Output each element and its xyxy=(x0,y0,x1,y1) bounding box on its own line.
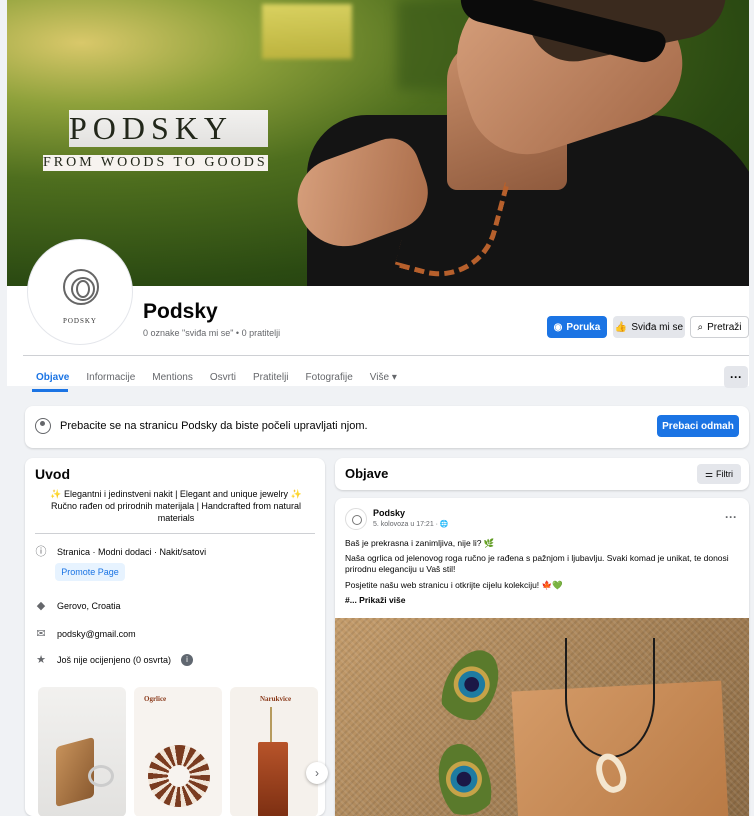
tab-objave[interactable]: Objave xyxy=(36,372,69,383)
post-avatar[interactable] xyxy=(345,508,367,530)
star-icon: ★ xyxy=(36,654,46,666)
page-tabs: Objave Informacije Mentions Osvrti Prati… xyxy=(36,372,414,383)
featured-photo-3[interactable]: Narukvice xyxy=(230,687,318,816)
see-more-link[interactable]: #... Prikaži više xyxy=(345,595,740,606)
post-text-line-1: Baš je prekrasna i zanimljiva, nije li? … xyxy=(345,538,495,548)
chevron-right-icon[interactable]: › xyxy=(306,762,328,784)
more-options-button[interactable]: ··· xyxy=(724,366,748,388)
bio-line-2: Ručno rađen od prirodnih materijala | Ha… xyxy=(51,501,301,511)
info-icon: ⓘ xyxy=(35,546,47,558)
tab-more[interactable]: Više ▾ xyxy=(370,372,397,383)
mail-icon: ✉ xyxy=(36,628,46,640)
intro-title: Uvod xyxy=(35,466,70,482)
category-row: ⓘ Stranica · Modni dodaci · Nakit/satovi xyxy=(35,546,207,558)
cover-brand-title: PODSKY xyxy=(69,110,268,147)
tab-mentions[interactable]: Mentions xyxy=(152,372,193,383)
logo-icon xyxy=(63,269,99,305)
category-text: Stranica · Modni dodaci · Nakit/satovi xyxy=(57,547,207,557)
post-options-icon[interactable]: ··· xyxy=(725,510,737,524)
search-button-label: Pretraži xyxy=(707,321,742,333)
search-button[interactable]: ⌕ Pretraži xyxy=(690,316,749,338)
tab-pratitelji[interactable]: Pratitelji xyxy=(253,372,289,383)
featured-photo-label: Narukvice xyxy=(260,695,292,703)
message-button-label: Poruka xyxy=(566,321,601,333)
rating-text: Još nije ocijenjeno (0 osvrta) xyxy=(57,655,172,665)
bio-line-1: ✨ Elegantni i jedinstveni nakit | Elegan… xyxy=(50,489,302,499)
filter-button[interactable]: ⚌ Filtri xyxy=(697,464,741,484)
thumbs-up-icon: 👍 xyxy=(614,321,628,333)
location-pin-icon: ◆ xyxy=(36,600,46,612)
info-circle-icon[interactable]: i xyxy=(181,654,194,666)
page-title[interactable]: Podsky xyxy=(143,300,218,324)
tab-osvrti[interactable]: Osvrti xyxy=(210,372,236,383)
message-button[interactable]: ◉ Poruka xyxy=(547,316,607,338)
post-image[interactable] xyxy=(335,618,749,816)
intro-divider xyxy=(35,533,315,534)
messenger-icon: ◉ xyxy=(553,321,563,333)
switch-profile-banner: Prebacite se na stranicu Podsky da biste… xyxy=(25,406,749,448)
location-text[interactable]: Gerovo, Croatia xyxy=(57,601,121,611)
cover-photo[interactable]: PODSKY FROM WOODS TO GOODS xyxy=(7,0,749,286)
posts-title: Objave xyxy=(345,466,389,481)
filter-label: Filtri xyxy=(716,469,734,479)
search-icon: ⌕ xyxy=(697,321,704,333)
like-button[interactable]: 👍 Sviđa mi se xyxy=(613,316,685,338)
featured-photo-label: Ogrlice xyxy=(144,695,167,703)
tab-informacije[interactable]: Informacije xyxy=(86,372,135,383)
featured-photos: Ogrlice Narukvice xyxy=(38,687,318,816)
profile-avatar[interactable]: PODSKY xyxy=(28,240,132,344)
post-text-line-2: Naša ogrlica od jelenovog roga ručno je … xyxy=(345,553,729,574)
featured-photo-1[interactable] xyxy=(38,687,126,816)
bio-line-3: materials xyxy=(157,513,195,523)
tab-fotografije[interactable]: Fotografije xyxy=(306,372,353,383)
post-date[interactable]: 5. kolovoza u 17:21 · 🌐 xyxy=(373,520,449,528)
location-row: ◆ Gerovo, Croatia xyxy=(35,600,121,612)
post-text-line-3: Posjetite našu web stranicu i otkrijte c… xyxy=(345,580,563,590)
cover-brand: PODSKY FROM WOODS TO GOODS xyxy=(43,110,268,171)
email-text[interactable]: podsky@gmail.com xyxy=(57,629,136,639)
page-stats: 0 oznake "sviđa mi se" • 0 pratitelji xyxy=(143,328,281,338)
active-tab-indicator xyxy=(32,389,68,392)
email-row: ✉ podsky@gmail.com xyxy=(35,628,136,640)
switch-now-button[interactable]: Prebaci odmah xyxy=(657,415,739,437)
intro-card: Uvod ✨ Elegantni i jedinstveni nakit | E… xyxy=(25,458,325,816)
rating-row: ★ Još nije ocijenjeno (0 osvrta) i xyxy=(35,654,194,666)
post-card: Podsky 5. kolovoza u 17:21 · 🌐 ··· Baš j… xyxy=(335,498,749,816)
switch-banner-text: Prebacite se na stranicu Podsky da biste… xyxy=(60,420,368,432)
intro-bio: ✨ Elegantni i jedinstveni nakit | Elegan… xyxy=(43,488,309,524)
promote-page-button[interactable]: Promote Page xyxy=(55,563,125,581)
header-divider xyxy=(23,355,749,356)
like-button-label: Sviđa mi se xyxy=(631,321,684,333)
filter-icon: ⚌ xyxy=(704,468,714,479)
profile-switch-icon xyxy=(35,418,51,434)
posts-header: Objave ⚌ Filtri xyxy=(335,458,749,490)
featured-photo-2[interactable]: Ogrlice xyxy=(134,687,222,816)
cover-brand-tagline: FROM WOODS TO GOODS xyxy=(43,155,268,171)
post-author[interactable]: Podsky xyxy=(373,508,405,518)
avatar-text: PODSKY xyxy=(62,317,97,325)
